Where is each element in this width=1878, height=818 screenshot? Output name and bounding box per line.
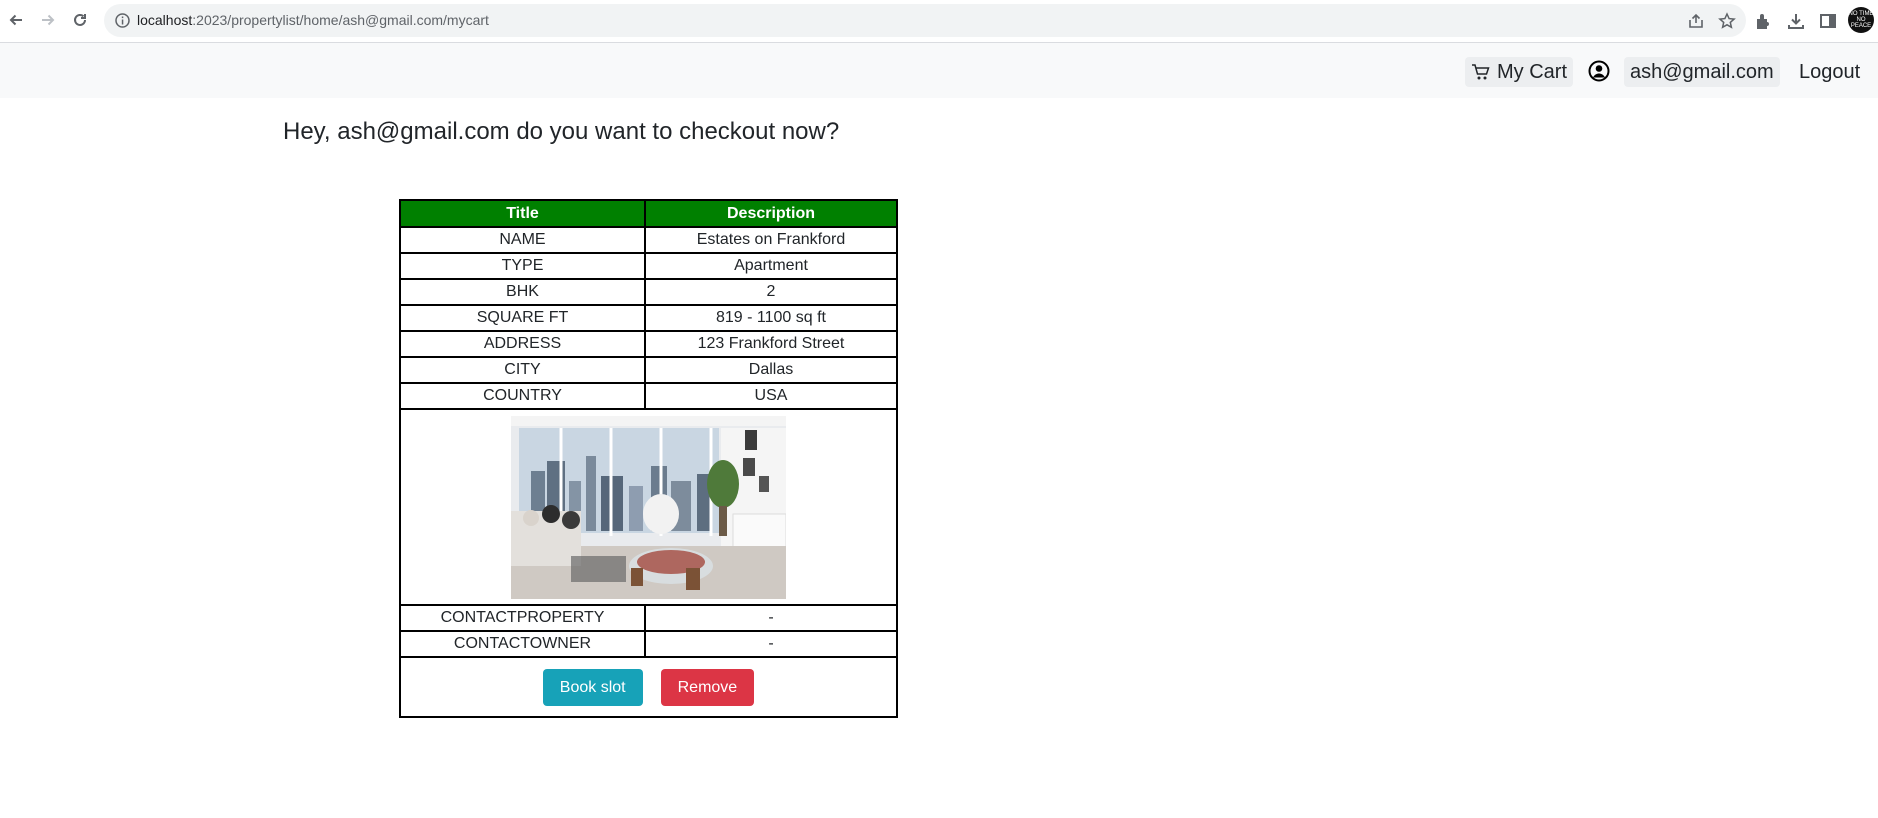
actions-cell: Book slot Remove bbox=[399, 656, 898, 718]
column-header-title: Title bbox=[399, 199, 646, 228]
table-row: CONTACTPROPERTY - bbox=[399, 604, 898, 632]
row-value: USA bbox=[644, 382, 898, 410]
row-value: - bbox=[644, 604, 898, 632]
row-label: ADDRESS bbox=[399, 330, 646, 358]
table-row: NAME Estates on Frankford bbox=[399, 226, 898, 254]
logout-label: Logout bbox=[1799, 60, 1861, 83]
table-row: ADDRESS 123 Frankford Street bbox=[399, 330, 898, 358]
row-label: CONTACTOWNER bbox=[399, 630, 646, 658]
user-email-link[interactable]: ash@gmail.com bbox=[1624, 57, 1780, 87]
forward-icon[interactable] bbox=[36, 8, 60, 32]
browser-toolbar: localhost:2023/propertylist/home/ash@gma… bbox=[0, 0, 1878, 43]
row-label: TYPE bbox=[399, 252, 646, 280]
table-row: COUNTRY USA bbox=[399, 382, 898, 410]
url-host: localhost bbox=[137, 12, 193, 28]
row-label: BHK bbox=[399, 278, 646, 306]
row-label: NAME bbox=[399, 226, 646, 254]
url-text[interactable]: localhost:2023/propertylist/home/ash@gma… bbox=[137, 12, 489, 28]
share-icon[interactable] bbox=[1687, 12, 1705, 30]
my-cart-label: My Cart bbox=[1497, 60, 1567, 83]
row-label: SQUARE FT bbox=[399, 304, 646, 332]
row-value: Dallas bbox=[644, 356, 898, 384]
site-info-icon[interactable] bbox=[114, 12, 131, 29]
profile-avatar[interactable]: NO TIME NO PEACE bbox=[1848, 7, 1874, 33]
table-row: BHK 2 bbox=[399, 278, 898, 306]
back-icon[interactable] bbox=[4, 8, 28, 32]
book-slot-button[interactable]: Book slot bbox=[542, 668, 643, 706]
row-label: CONTACTPROPERTY bbox=[399, 604, 646, 632]
profile-text: NO TIME NO PEACE bbox=[1848, 11, 1874, 29]
user-circle-icon bbox=[1588, 60, 1610, 82]
cart-icon bbox=[1472, 64, 1490, 80]
image-row bbox=[399, 408, 898, 606]
property-photo bbox=[511, 415, 786, 599]
cart-property-table: Title Description NAME Estates on Frankf… bbox=[399, 199, 898, 718]
row-value: 819 - 1100 sq ft bbox=[644, 304, 898, 332]
download-icon[interactable] bbox=[1786, 11, 1806, 31]
table-header-row: Title Description bbox=[399, 199, 898, 228]
actions-row: Book slot Remove bbox=[399, 656, 898, 718]
table-row: CITY Dallas bbox=[399, 356, 898, 384]
row-label: CITY bbox=[399, 356, 646, 384]
table-row: CONTACTOWNER - bbox=[399, 630, 898, 658]
image-cell bbox=[399, 408, 898, 606]
app-navbar: My Cart ash@gmail.com Logout bbox=[0, 43, 1878, 98]
row-label: COUNTRY bbox=[399, 382, 646, 410]
user-email-label: ash@gmail.com bbox=[1630, 60, 1774, 83]
table-row: SQUARE FT 819 - 1100 sq ft bbox=[399, 304, 898, 332]
checkout-greeting: Hey, ash@gmail.com do you want to checko… bbox=[283, 118, 840, 145]
row-value: 123 Frankford Street bbox=[644, 330, 898, 358]
bookmark-star-icon[interactable] bbox=[1718, 12, 1736, 30]
logout-link[interactable]: Logout bbox=[1793, 57, 1866, 87]
row-value: 2 bbox=[644, 278, 898, 306]
url-path: :2023/propertylist/home/ash@gmail.com/my… bbox=[192, 12, 489, 28]
side-panel-icon[interactable] bbox=[1818, 11, 1838, 31]
table-row: TYPE Apartment bbox=[399, 252, 898, 280]
extensions-icon[interactable] bbox=[1753, 11, 1773, 31]
row-value: Apartment bbox=[644, 252, 898, 280]
row-value: Estates on Frankford bbox=[644, 226, 898, 254]
remove-button[interactable]: Remove bbox=[660, 668, 755, 706]
address-bar[interactable]: localhost:2023/propertylist/home/ash@gma… bbox=[104, 4, 1746, 37]
my-cart-link[interactable]: My Cart bbox=[1465, 57, 1573, 87]
reload-icon[interactable] bbox=[68, 8, 92, 32]
column-header-description: Description bbox=[644, 199, 898, 228]
row-value: - bbox=[644, 630, 898, 658]
